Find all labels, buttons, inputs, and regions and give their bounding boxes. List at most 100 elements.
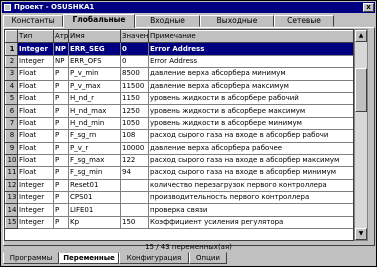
attr-cell[interactable]: P	[53, 178, 69, 193]
comment-cell[interactable]: количество перезагрузок первого контролл…	[148, 178, 353, 193]
table-row[interactable]: 15 Integer P Kp 150 Коэффициент усиления регу…	[5, 215, 353, 230]
value-cell[interactable]: 150	[120, 215, 149, 230]
name-cell[interactable]: Kp	[68, 215, 121, 230]
comment-cell[interactable]: давление верха абсорбера рабочее	[148, 141, 353, 155]
system-menu-icon[interactable]	[4, 4, 11, 11]
attr-cell[interactable]: P	[53, 116, 69, 131]
name-cell[interactable]: F_sg_rn	[68, 129, 121, 143]
name-cell[interactable]: P_v_max	[68, 79, 121, 93]
value-cell[interactable]: 0	[120, 42, 149, 56]
name-cell[interactable]: P_v_r	[68, 141, 121, 155]
value-cell[interactable]: 1250	[120, 104, 149, 118]
name-cell[interactable]: H_nd_r	[68, 91, 121, 106]
type-cell[interactable]: Float	[17, 166, 54, 180]
value-cell[interactable]: 10000	[120, 141, 149, 155]
name-cell[interactable]: P_v_min	[68, 67, 121, 81]
tab-programs[interactable]: Программы	[3, 252, 59, 264]
value-cell[interactable]: 122	[120, 153, 149, 168]
type-cell[interactable]: Integer	[17, 42, 54, 56]
attr-cell[interactable]: P	[53, 67, 69, 81]
type-cell[interactable]: Float	[17, 67, 54, 81]
tab-network[interactable]: Сетевые	[274, 15, 334, 27]
comment-cell[interactable]: Error Address	[148, 42, 353, 56]
comment-cell[interactable]: уровень жидкости в абсорбере минимум	[148, 116, 353, 131]
name-cell[interactable]: H_nd_min	[68, 116, 121, 131]
table-row[interactable]: 5 Float P H_nd_r 1150 уровень жидкости в абсо…	[5, 91, 353, 106]
type-cell[interactable]: Float	[17, 104, 54, 118]
type-cell[interactable]: Float	[17, 153, 54, 168]
name-cell[interactable]: CPS01	[68, 191, 121, 205]
value-cell[interactable]	[120, 191, 149, 205]
attr-cell[interactable]: P	[53, 215, 69, 230]
type-cell[interactable]: Float	[17, 91, 54, 106]
name-cell[interactable]: Reset01	[68, 178, 121, 193]
table-row[interactable]: 6 Float P H_nd_max 1250 уровень жидкости в аб…	[5, 104, 353, 118]
tab-outputs[interactable]: Выходные	[200, 15, 274, 27]
value-cell[interactable]	[120, 178, 149, 193]
title-bar[interactable]: Проект - OSUSHKA1 x	[2, 2, 375, 13]
comment-cell[interactable]: давление верха абсорбера минимум	[148, 67, 353, 81]
vertical-scrollbar[interactable]: ▲ ▼	[354, 29, 368, 241]
type-cell[interactable]: Integer	[17, 191, 54, 205]
header-attr[interactable]: Атри	[53, 30, 69, 44]
scroll-up-icon[interactable]: ▲	[355, 30, 367, 42]
table-row[interactable]: 11 Float P F_sg_min 94 расход сырого газа на …	[5, 166, 353, 180]
attr-cell[interactable]: P	[53, 141, 69, 155]
table-row[interactable]: 12 Integer P Reset01 количество перезагрузок…	[5, 178, 353, 193]
comment-cell[interactable]: уровень жидкости в абсорбере максимум	[148, 104, 353, 118]
scroll-thumb[interactable]	[355, 68, 367, 112]
name-cell[interactable]: F_sg_min	[68, 166, 121, 180]
attr-cell[interactable]: P	[53, 153, 69, 168]
name-cell[interactable]: ERR_OFS	[68, 54, 121, 69]
header-name[interactable]: Имя	[68, 30, 121, 44]
attr-cell[interactable]: NP	[53, 54, 69, 69]
comment-cell[interactable]: Коэффициент усиления регулятора	[148, 215, 353, 230]
tab-variables[interactable]: Переменные	[59, 252, 119, 264]
table-row[interactable]: 3 Float P P_v_min 8500 давление верха абсорбе…	[5, 67, 353, 81]
close-button[interactable]: x	[363, 3, 374, 12]
table-row[interactable]: 9 Float P P_v_r 10000 давление верха абсорбер…	[5, 141, 353, 155]
comment-cell[interactable]: уровень жидкости в абсорбере рабочий	[148, 91, 353, 106]
comment-cell[interactable]: расход сырого газа на входе в абсорбер м…	[148, 153, 353, 168]
value-cell[interactable]: 11500	[120, 79, 149, 93]
value-cell[interactable]: 8500	[120, 67, 149, 81]
comment-cell[interactable]: Error Address	[148, 54, 353, 69]
table-row[interactable]: 2 Integer NP ERR_OFS 0 Error Address	[5, 54, 353, 69]
name-cell[interactable]: F_sg_max	[68, 153, 121, 168]
type-cell[interactable]: Integer	[17, 203, 54, 217]
value-cell[interactable]	[120, 203, 149, 217]
tab-inputs[interactable]: Входные	[135, 15, 200, 27]
name-cell[interactable]: ERR_SEG	[68, 42, 121, 56]
tab-globals[interactable]: Глобальные	[63, 14, 135, 28]
attr-cell[interactable]: P	[53, 104, 69, 118]
tab-options[interactable]: Опции	[189, 252, 227, 264]
table-row[interactable]: 4 Float P P_v_max 11500 давление верха абсорб…	[5, 79, 353, 93]
type-cell[interactable]: Float	[17, 116, 54, 131]
type-cell[interactable]: Float	[17, 79, 54, 93]
value-cell[interactable]: 108	[120, 129, 149, 143]
comment-cell[interactable]: производительность первого контроллера	[148, 191, 353, 205]
table-row[interactable]: 10 Float P F_sg_max 122 расход сырого газа на…	[5, 153, 353, 168]
attr-cell[interactable]: P	[53, 129, 69, 143]
variables-grid[interactable]: Тип Атри Имя Значен Примечание 1IntegerN…	[4, 29, 354, 241]
value-cell[interactable]: 0	[120, 54, 149, 69]
header-type[interactable]: Тип	[17, 30, 54, 44]
comment-cell[interactable]: проверка связи	[148, 203, 353, 217]
tab-constants[interactable]: Константы	[3, 15, 63, 27]
comment-cell[interactable]: давление верха абсорбера максимум	[148, 79, 353, 93]
type-cell[interactable]: Integer	[17, 215, 54, 230]
value-cell[interactable]: 1050	[120, 116, 149, 131]
header-value[interactable]: Значен	[120, 30, 149, 44]
type-cell[interactable]: Integer	[17, 54, 54, 69]
table-row[interactable]: 7 Float P H_nd_min 1050 уровень жидкости в аб…	[5, 116, 353, 131]
table-row[interactable]: 14 Integer P LIFE01 проверка связи	[5, 203, 353, 217]
attr-cell[interactable]: P	[53, 79, 69, 93]
attr-cell[interactable]: P	[53, 91, 69, 106]
comment-cell[interactable]: расход сырого газа на входе в абсорбер р…	[148, 129, 353, 143]
comment-cell[interactable]: расход сырого газа на входе в абсорбер м…	[148, 166, 353, 180]
type-cell[interactable]: Float	[17, 141, 54, 155]
type-cell[interactable]: Integer	[17, 178, 54, 193]
name-cell[interactable]: LIFE01	[68, 203, 121, 217]
table-row[interactable]: 13 Integer P CPS01 производительность первог…	[5, 191, 353, 205]
attr-cell[interactable]: P	[53, 166, 69, 180]
